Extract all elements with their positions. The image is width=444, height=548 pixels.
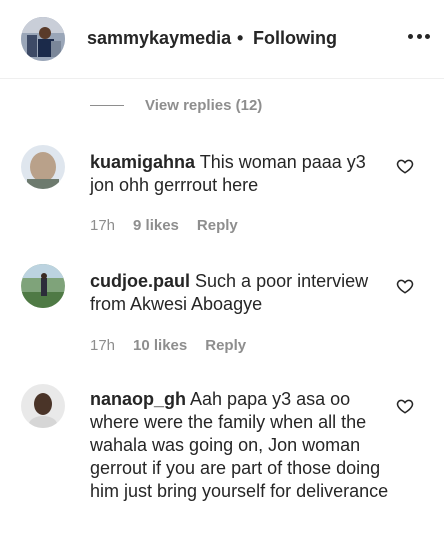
comment-text-block: kuamigahna This woman paaa y3 jon ohh ge… <box>90 151 390 197</box>
comment-username[interactable]: cudjoe.paul <box>90 271 190 291</box>
avatar-image <box>21 264 65 308</box>
replies-divider <box>90 104 124 106</box>
comment-likes[interactable]: 9 likes <box>133 217 179 234</box>
heart-icon[interactable] <box>396 397 414 415</box>
comment-likes[interactable]: 10 likes <box>133 337 187 354</box>
avatar[interactable] <box>21 145 65 189</box>
avatar-image <box>21 17 65 61</box>
view-replies-button[interactable]: View replies (12) <box>90 95 262 115</box>
comment-meta: 17h 10 likes Reply <box>90 337 246 354</box>
header-username[interactable]: sammykaymedia <box>87 28 231 49</box>
following-button[interactable]: Following <box>253 28 337 49</box>
reply-button[interactable]: Reply <box>205 337 246 354</box>
view-replies-label: View replies (12) <box>145 96 263 114</box>
avatar-image <box>21 384 65 428</box>
comment-text-block: nanaop_gh Aah papa y3 asa oo where were … <box>90 388 390 503</box>
avatar[interactable] <box>21 384 65 428</box>
comment-text-block: cudjoe.paul Such a poor interview from A… <box>90 270 390 316</box>
heart-icon[interactable] <box>396 157 414 175</box>
comment-time: 17h <box>90 217 116 234</box>
more-options-icon[interactable] <box>408 34 430 40</box>
comment-username[interactable]: nanaop_gh <box>90 389 186 409</box>
avatar-image <box>21 145 65 189</box>
comment-time: 17h <box>90 337 116 354</box>
avatar[interactable] <box>21 264 65 308</box>
comment-meta: 17h 9 likes Reply <box>90 217 238 234</box>
comment-username[interactable]: kuamigahna <box>90 152 195 172</box>
heart-icon[interactable] <box>396 277 414 295</box>
reply-button[interactable]: Reply <box>197 217 238 234</box>
avatar[interactable] <box>21 17 65 61</box>
post-header: sammykaymedia • Following <box>0 0 444 79</box>
header-separator: • <box>237 28 244 48</box>
